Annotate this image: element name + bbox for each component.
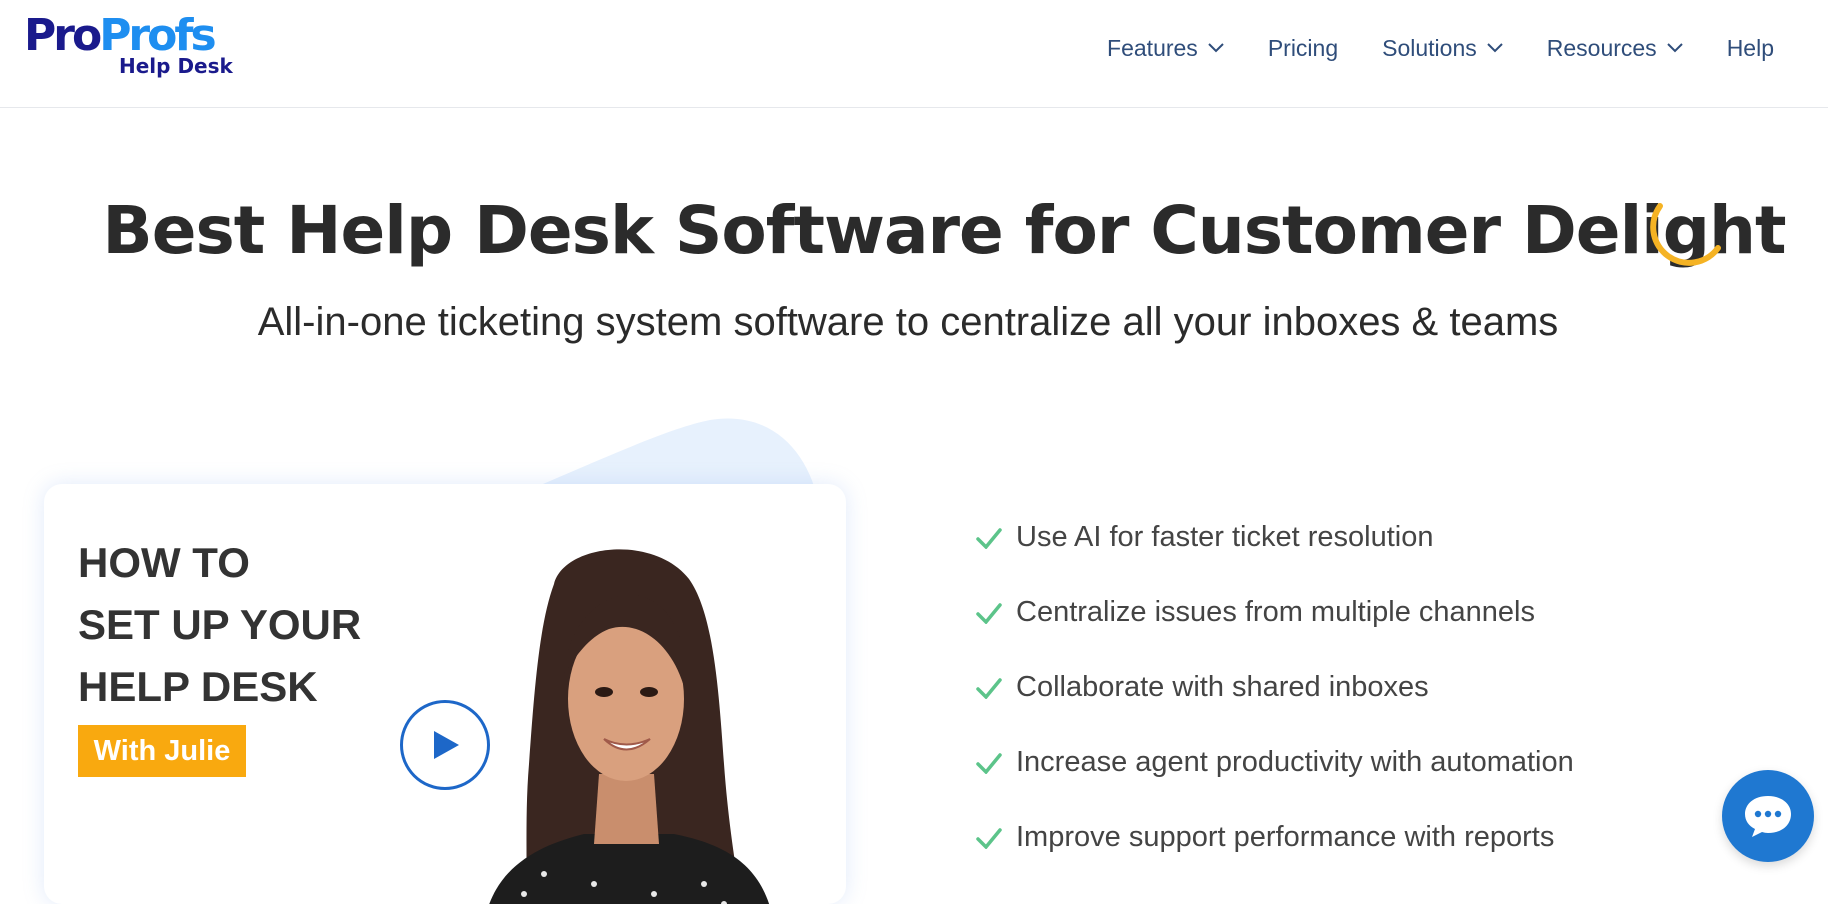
nav-help[interactable]: Help [1727,35,1774,62]
page-title: Best Help Desk Software for Customer Del… [102,192,1786,269]
chat-widget-button[interactable] [1722,770,1814,862]
list-item: Use AI for faster ticket resolution [976,500,1574,575]
main-nav: Features Pricing Solutions Resources Hel… [1063,30,1774,66]
chevron-down-icon [1208,43,1224,53]
list-item: Centralize issues from multiple channels [976,575,1574,650]
feature-list: Use AI for faster ticket resolution Cent… [976,500,1574,875]
check-icon [976,602,1002,624]
nav-solutions-label: Solutions [1382,34,1477,61]
nav-solutions[interactable]: Solutions [1382,35,1503,62]
feature-text: Improve support performance with reports [1016,821,1555,853]
check-icon [976,677,1002,699]
video-card[interactable]: HOW TO SET UP YOUR HELP DESK With Julie [44,484,846,904]
chat-bubble-icon [1745,796,1791,837]
feature-text: Centralize issues from multiple channels [1016,596,1535,628]
list-item: Collaborate with shared inboxes [976,650,1574,725]
check-icon [976,527,1002,549]
list-item: Improve support performance with reports [976,800,1574,875]
nav-resources-label: Resources [1546,34,1657,61]
logo-word-a: Pro [24,10,102,61]
chevron-down-icon [1666,43,1683,53]
video-heading: HOW TO SET UP YOUR HELP DESK [78,532,438,718]
presenter-badge: With Julie [78,725,246,777]
page-subtitle: All-in-one ticketing system software to … [257,300,1559,344]
chevron-down-icon [1487,43,1503,53]
video-heading-line: HOW TO [78,539,250,586]
play-icon [434,731,459,759]
feature-text: Increase agent productivity with automat… [1016,746,1574,778]
video-heading-line: SET UP YOUR [78,601,362,648]
logo-wordmark: ProProfs [24,10,217,61]
nav-help-label: Help [1726,34,1774,61]
loading-spinner-icon [1650,203,1721,266]
list-item: Increase agent productivity with automat… [976,725,1574,800]
nav-resources[interactable]: Resources [1547,35,1683,62]
check-icon [976,827,1002,849]
hero-title-wrap: Best Help Desk Software for Customer Del… [0,192,1828,269]
proprofs-help-desk-logo[interactable]: ProProfs Help Desk [24,12,234,82]
video-heading-line: HELP DESK [78,663,318,710]
play-video-button[interactable] [400,700,490,790]
nav-pricing-label: Pricing [1267,34,1339,61]
nav-features[interactable]: Features [1107,35,1224,62]
nav-features-label: Features [1107,34,1198,61]
logo-subtitle: Help Desk [119,54,233,78]
feature-text: Use AI for faster ticket resolution [1016,521,1434,553]
feature-text: Collaborate with shared inboxes [1016,671,1429,703]
check-icon [976,752,1002,774]
top-navigation-bar: ProProfs Help Desk Features Pricing Solu… [0,0,1828,108]
nav-pricing[interactable]: Pricing [1268,35,1338,62]
